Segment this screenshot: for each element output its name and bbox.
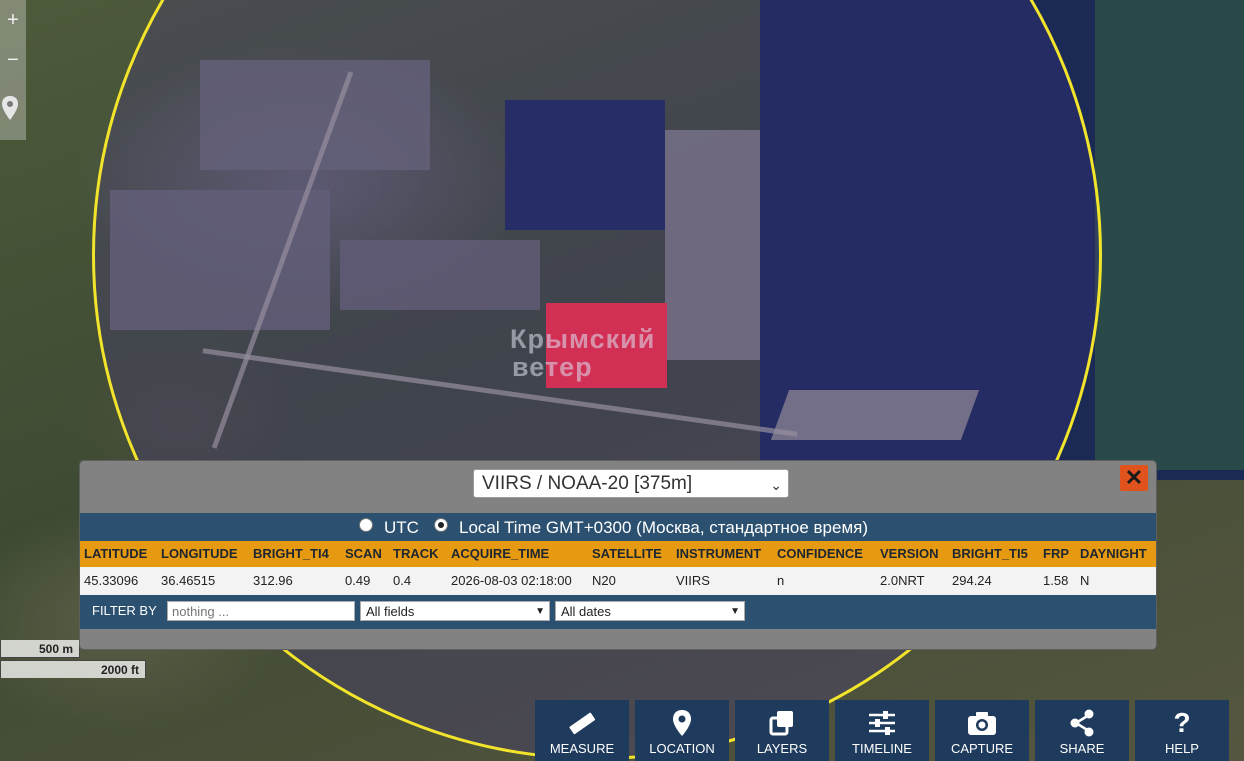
- measure-button[interactable]: MEASURE: [535, 700, 629, 761]
- table-cell: 0.49: [345, 573, 371, 588]
- watermark-line1: Крымский: [510, 324, 656, 354]
- column-header: TRACK: [393, 546, 439, 561]
- close-button[interactable]: ✕: [1120, 465, 1148, 491]
- location-button[interactable]: LOCATION: [635, 700, 729, 761]
- local-time-radio[interactable]: [434, 518, 448, 532]
- column-header: BRIGHT_TI5: [952, 546, 1028, 561]
- share-label: SHARE: [1059, 741, 1105, 756]
- column-header: ACQUIRE_TIME: [451, 546, 550, 561]
- share-button[interactable]: SHARE: [1035, 700, 1129, 761]
- location-pin-icon[interactable]: [0, 90, 20, 126]
- capture-button[interactable]: CAPTURE: [935, 700, 1029, 761]
- layers-button[interactable]: LAYERS: [735, 700, 829, 761]
- timeline-label: TIMELINE: [852, 741, 912, 756]
- column-header: VERSION: [880, 546, 939, 561]
- sliders-icon: [869, 711, 895, 735]
- table-cell: 294.24: [952, 573, 992, 588]
- timezone-bar: UTC Local Time GMT+0300 (Москва, стандар…: [80, 513, 1156, 541]
- capture-label: CAPTURE: [950, 741, 1014, 756]
- watermark: Крымский ветер: [510, 325, 655, 381]
- table-cell: 2.0NRT: [880, 573, 925, 588]
- chevron-down-icon: ⌄: [770, 477, 782, 493]
- utc-radio[interactable]: [359, 518, 373, 532]
- chevron-down-icon: ▼: [730, 606, 740, 617]
- help-button[interactable]: ? HELP: [1135, 700, 1229, 761]
- utc-radio-label: UTC: [384, 518, 419, 537]
- column-header: CONFIDENCE: [777, 546, 863, 561]
- scale-bar-metric: 500 m: [0, 640, 80, 658]
- column-header: BRIGHT_TI4: [253, 546, 329, 561]
- chevron-down-icon: ▼: [535, 606, 545, 617]
- filter-dates-select[interactable]: All dates ▼: [555, 601, 745, 621]
- table-cell: 1.58: [1043, 573, 1069, 588]
- satellite-select-value: VIIRS / NOAA-20 [375m]: [482, 473, 693, 494]
- pin-icon: [673, 710, 691, 736]
- column-header: SCAN: [345, 546, 382, 561]
- filter-dates-value: All dates: [561, 604, 611, 619]
- scale-bar-imperial: 2000 ft: [0, 660, 146, 678]
- local-time-radio-label: Local Time GMT+0300 (Москва, стандартное…: [459, 518, 869, 537]
- column-header: FRP: [1043, 546, 1069, 561]
- table-cell: 0.4: [393, 573, 412, 588]
- measure-label: MEASURE: [549, 741, 615, 756]
- zoom-out-button[interactable]: −: [0, 40, 26, 80]
- column-header: DAYNIGHT: [1080, 546, 1147, 561]
- sea-area-outer: [1095, 0, 1244, 470]
- table-header-row: LATITUDE LONGITUDE BRIGHT_TI4 SCAN TRACK…: [80, 541, 1156, 567]
- table-cell: n: [777, 573, 785, 588]
- filter-fields-select[interactable]: All fields ▼: [360, 601, 550, 621]
- fire-info-popup: VIIRS / NOAA-20 [375m] ⌄ ✕ UTC Local Tim…: [79, 460, 1157, 650]
- filter-input[interactable]: [167, 601, 355, 621]
- filter-bar: FILTER BY All fields ▼ All dates ▼: [80, 595, 1156, 629]
- timeline-button[interactable]: TIMELINE: [835, 700, 929, 761]
- table-cell: VIIRS: [676, 573, 710, 588]
- camera-icon: [968, 712, 996, 735]
- table-cell: 2026-08-03 02:18:00: [451, 573, 572, 588]
- layers-label: LAYERS: [756, 741, 808, 756]
- column-header: LATITUDE: [84, 546, 148, 561]
- table-cell: 36.46515: [161, 573, 216, 588]
- table-row: 45.33096 36.46515 312.96 0.49 0.4 2026-0…: [80, 567, 1156, 595]
- column-header: LONGITUDE: [161, 546, 238, 561]
- watermark-line2: ветер: [512, 352, 593, 382]
- share-icon: [1070, 709, 1094, 737]
- filter-fields-value: All fields: [366, 604, 415, 619]
- help-icon: ?: [1173, 707, 1191, 738]
- column-header: SATELLITE: [592, 546, 662, 561]
- column-header: INSTRUMENT: [676, 546, 762, 561]
- zoom-in-button[interactable]: +: [0, 0, 26, 40]
- zoom-controls: + −: [0, 0, 26, 140]
- table-cell: 45.33096: [84, 573, 139, 588]
- satellite-select[interactable]: VIIRS / NOAA-20 [375m] ⌄: [473, 469, 789, 498]
- table-cell: N: [1080, 573, 1090, 588]
- table-cell: N20: [592, 573, 616, 588]
- filter-label: FILTER BY: [92, 603, 157, 618]
- ruler-icon: [569, 712, 596, 735]
- location-label: LOCATION: [649, 741, 715, 756]
- table-cell: 312.96: [253, 573, 293, 588]
- layers-icon: [769, 711, 793, 736]
- help-label: HELP: [1165, 741, 1199, 756]
